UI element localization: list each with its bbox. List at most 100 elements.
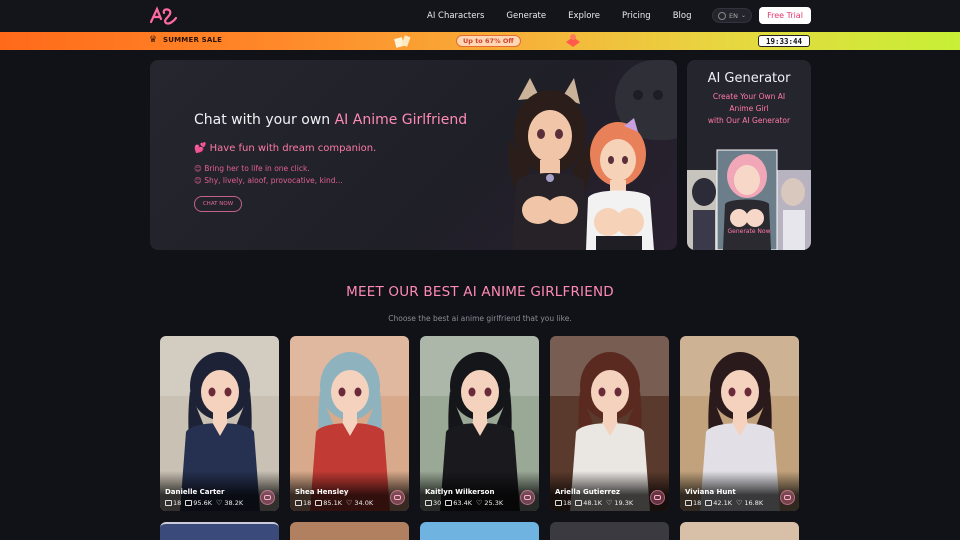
gift-box-icon — [566, 34, 580, 47]
chats-stat: 63.4K — [445, 499, 472, 507]
heart-icon: ♡ — [346, 499, 353, 507]
age-stat: 18 — [555, 499, 571, 507]
generator-line-1: Create Your Own AI — [712, 92, 786, 101]
start-chat-button[interactable] — [390, 490, 405, 505]
hero-title-plain: Chat with your own — [194, 112, 335, 128]
chats-value: 85.1K — [323, 499, 343, 507]
likes-stat: ♡ 34.0K — [346, 499, 373, 507]
chats-value: 63.4K — [453, 499, 473, 507]
character-card-partial[interactable] — [160, 522, 279, 540]
chat-bubble-icon — [654, 495, 661, 500]
chats-stat: 48.1K — [575, 499, 602, 507]
chat-count-icon — [705, 500, 713, 506]
character-stats: 18 42.1K ♡ 16.8K — [685, 499, 763, 507]
character-name: Danielle Carter — [165, 488, 225, 496]
hero-anime-girls-image — [508, 78, 654, 250]
chats-value: 48.1K — [583, 499, 603, 507]
generator-title: AI Generator — [707, 71, 791, 86]
hero-title-highlight: AI Anime Girlfriend — [334, 112, 468, 128]
nav-links: AI Characters Generate Explore Pricing B… — [420, 0, 691, 32]
chat-bubble-icon — [524, 495, 531, 500]
chat-bubble-icon — [264, 495, 271, 500]
character-card-partial[interactable] — [420, 522, 539, 540]
nav-pricing[interactable]: Pricing — [622, 11, 651, 21]
chevron-down-icon: ⌄ — [740, 12, 746, 19]
character-card[interactable]: Shea Hensley 18 85.1K ♡ 34.0K — [290, 336, 409, 511]
age-icon — [295, 500, 302, 506]
hero-title: Chat with your own AI Anime Girlfriend — [194, 112, 467, 128]
character-stats: 18 95.6K ♡ 38.2K — [165, 499, 243, 507]
heart-icon: ♡ — [606, 499, 613, 507]
character-card[interactable]: Kaitlyn Wilkerson 30 63.4K ♡ 25.3K — [420, 336, 539, 511]
age-stat: 18 — [165, 499, 181, 507]
nav-generate[interactable]: Generate — [506, 11, 546, 21]
age-icon — [165, 500, 172, 506]
chats-value: 95.6K — [193, 499, 213, 507]
likes-stat: ♡ 19.3K — [606, 499, 633, 507]
section-title-highlight: BEST AI ANIME GIRLFRIEND — [423, 284, 614, 300]
age-icon — [425, 500, 432, 506]
character-card-partial[interactable] — [290, 522, 409, 540]
chat-count-icon — [575, 500, 583, 506]
chats-stat: 85.1K — [315, 499, 342, 507]
start-chat-button[interactable] — [650, 490, 665, 505]
chats-value: 42.1K — [713, 499, 733, 507]
character-name: Shea Hensley — [295, 488, 349, 496]
generate-now-label[interactable]: Generate Now — [687, 228, 811, 235]
likes-value: 19.3K — [614, 499, 634, 507]
start-chat-button[interactable] — [780, 490, 795, 505]
chat-bubble-icon — [394, 495, 401, 500]
character-card[interactable]: Ariella Gutierrez 18 48.1K ♡ 19.3K — [550, 336, 669, 511]
age-value: 18 — [303, 499, 312, 507]
nav-ai-characters[interactable]: AI Characters — [427, 11, 484, 21]
summer-sale-banner[interactable]: ♛ SUMMER SALE Up to 67% Off 19:33:44 — [0, 32, 960, 50]
hero-subtitle: 💕 Have fun with dream companion. — [194, 143, 377, 154]
heart-icon: ♡ — [736, 499, 743, 507]
language-label: EN — [728, 11, 738, 20]
logo-icon[interactable] — [148, 5, 180, 27]
age-value: 30 — [433, 499, 442, 507]
character-stats: 18 48.1K ♡ 19.3K — [555, 499, 633, 507]
character-card[interactable]: Danielle Carter 18 95.6K ♡ 38.2K — [160, 336, 279, 511]
age-stat: 18 — [685, 499, 701, 507]
likes-value: 16.8K — [744, 499, 764, 507]
chat-count-icon — [315, 500, 323, 506]
character-card[interactable]: Viviana Hunt 18 42.1K ♡ 16.8K — [680, 336, 799, 511]
language-selector[interactable]: EN ⌄ — [712, 8, 752, 23]
character-card-partial[interactable] — [680, 522, 799, 540]
hero-chat-panel: Chat with your own AI Anime Girlfriend 💕… — [150, 60, 677, 250]
character-stats: 18 85.1K ♡ 34.0K — [295, 499, 373, 507]
ai-generator-panel[interactable]: AI Generator Create Your Own AI Anime Gi… — [687, 60, 811, 250]
hero-feature-2: 😊 Shy, lively, aloof, provocative, kind.… — [194, 176, 343, 185]
age-icon — [685, 500, 692, 506]
crown-icon: ♛ — [149, 35, 158, 45]
sale-label: SUMMER SALE — [163, 36, 223, 44]
offer-badge: Up to 67% Off — [456, 35, 521, 47]
age-value: 18 — [173, 499, 182, 507]
character-card-partial[interactable] — [550, 522, 669, 540]
nav-blog[interactable]: Blog — [673, 11, 692, 21]
likes-value: 34.0K — [354, 499, 374, 507]
hero-feature-1: 😊 Bring her to life in one click. — [194, 164, 310, 173]
age-stat: 30 — [425, 499, 441, 507]
top-navbar: AI Characters Generate Explore Pricing B… — [0, 0, 960, 32]
chats-stat: 42.1K — [705, 499, 732, 507]
character-name: Viviana Hunt — [685, 488, 736, 496]
chat-count-icon — [445, 500, 453, 506]
likes-stat: ♡ 38.2K — [216, 499, 243, 507]
generator-line-3: with Our AI Generator — [707, 116, 791, 125]
start-chat-button[interactable] — [520, 490, 535, 505]
chat-now-button[interactable]: CHAT NOW — [194, 196, 242, 212]
section-title: MEET OUR BEST AI ANIME GIRLFRIEND — [0, 284, 960, 300]
chat-count-icon — [185, 500, 193, 506]
globe-icon — [717, 11, 726, 20]
nav-explore[interactable]: Explore — [568, 11, 600, 21]
free-trial-button[interactable]: Free Trial — [759, 7, 811, 24]
age-stat: 18 — [295, 499, 311, 507]
start-chat-button[interactable] — [260, 490, 275, 505]
countdown-timer: 19:33:44 — [758, 35, 810, 47]
likes-value: 25.3K — [484, 499, 504, 507]
heart-icon: ♡ — [216, 499, 223, 507]
generator-line-2: Anime Girl — [729, 104, 769, 113]
character-name: Kaitlyn Wilkerson — [425, 488, 495, 496]
